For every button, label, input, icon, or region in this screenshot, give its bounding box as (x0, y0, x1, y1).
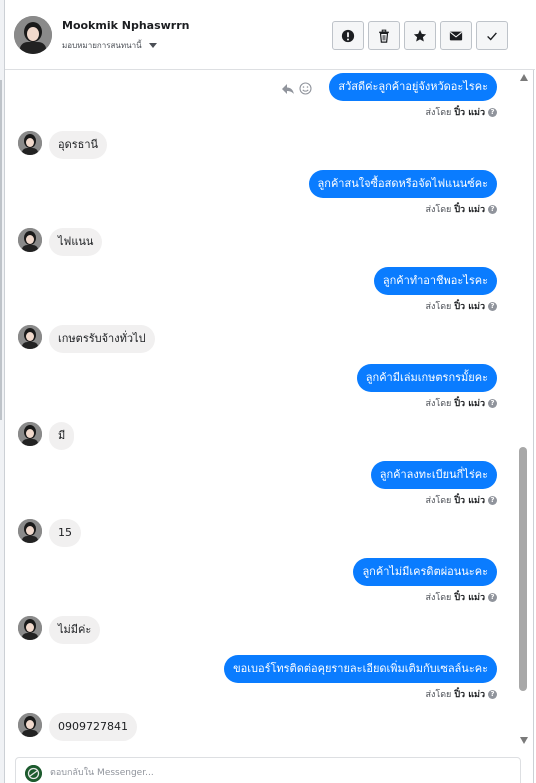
outgoing-message[interactable]: ลูกค้าไม่มีเครดิตผ่อนนะคะ (353, 558, 497, 586)
sender-name[interactable]: ปิ๋ว แม่ว (454, 299, 485, 313)
emoji-react-icon[interactable] (299, 82, 312, 95)
trash-icon (379, 29, 389, 43)
outgoing-message[interactable]: ลูกค้าทำอาชีพอะไรคะ (373, 267, 497, 295)
outgoing-message[interactable]: ขอเบอร์โทรติดต่อคุยรายละเอียดเพิ่มเติมกั… (224, 655, 497, 683)
sender-name[interactable]: ปิ๋ว แม่ว (454, 687, 485, 701)
outgoing-message[interactable]: ลูกค้าลงทะเบียนกี่ไร่คะ (370, 461, 497, 489)
star-icon (413, 29, 427, 42)
help-icon[interactable]: ? (488, 301, 497, 311)
page-logo-icon (25, 765, 42, 782)
sent-by-line: ส่งโดย ปิ๋ว แม่ว ? (425, 202, 497, 216)
mark-unread-button[interactable] (440, 21, 472, 50)
sent-by-label: ส่งโดย (425, 399, 452, 409)
contact-avatar-small (18, 325, 42, 349)
incoming-message[interactable]: ไฟแนน (49, 228, 103, 256)
sent-by-line: ส่งโดย ปิ๋ว แม่ว ? (425, 396, 497, 410)
help-icon[interactable]: ? (488, 495, 497, 505)
delete-button[interactable] (368, 21, 400, 50)
message-thread[interactable]: สวัสดีค่ะลูกค้าอยู่จังหวัดอะไรคะ ส่งโดย … (5, 70, 517, 755)
reply-icon[interactable] (281, 83, 295, 95)
contact-avatar-small (18, 228, 42, 252)
sent-by-line: ส่งโดย ปิ๋ว แม่ว ? (425, 687, 497, 701)
help-icon[interactable]: ? (488, 107, 497, 117)
sent-by-line: ส่งโดย ปิ๋ว แม่ว ? (425, 299, 497, 313)
scroll-thumb[interactable] (519, 447, 527, 691)
sender-name[interactable]: ปิ๋ว แม่ว (454, 396, 485, 410)
sent-by-line: ส่งโดย ปิ๋ว แม่ว ? (425, 493, 497, 507)
outgoing-message[interactable]: ลูกค้าสนใจซื้อสดหรือจัดไฟแนนซ์คะ (308, 170, 497, 198)
sent-by-label: ส่งโดย (425, 205, 452, 215)
incoming-message[interactable]: ไม่มีค่ะ (49, 616, 101, 644)
parent-scroll-mark (0, 80, 2, 420)
contact-avatar-small (18, 713, 42, 737)
incoming-message[interactable]: 0909727841 (49, 713, 137, 741)
reply-input[interactable] (50, 765, 490, 781)
alert-circle-icon (341, 29, 355, 42)
sent-by-line: ส่งโดย ปิ๋ว แม่ว ? (425, 105, 497, 119)
contact-avatar-small (18, 616, 42, 640)
reply-composer (15, 757, 521, 783)
sent-by-label: ส่งโดย (425, 302, 452, 312)
scroll-up-arrow-icon[interactable] (520, 74, 528, 81)
sender-name[interactable]: ปิ๋ว แม่ว (454, 493, 485, 507)
incoming-message[interactable]: อุดรธานี (49, 131, 108, 159)
help-icon[interactable]: ? (488, 592, 497, 602)
sender-name[interactable]: ปิ๋ว แม่ว (454, 105, 485, 119)
check-icon (487, 31, 497, 41)
sent-by-label: ส่งโดย (425, 108, 452, 118)
outgoing-message[interactable]: ลูกค้ามีเล่มเกษตรกรมั้ยคะ (356, 364, 497, 392)
conversation-toolbar (332, 21, 508, 50)
spam-button[interactable] (332, 21, 364, 50)
assign-conversation-dropdown[interactable]: มอบหมายการสนทนานี้ (62, 39, 157, 52)
mark-done-button[interactable] (476, 21, 508, 50)
contact-avatar-small (18, 422, 42, 446)
incoming-message[interactable]: มี (49, 422, 75, 450)
contact-avatar-small (18, 519, 42, 543)
scroll-down-arrow-icon[interactable] (520, 737, 528, 744)
thread-scrollbar[interactable] (517, 70, 531, 755)
sent-by-label: ส่งโดย (425, 690, 452, 700)
incoming-message[interactable]: 15 (49, 519, 81, 547)
message-actions (281, 82, 312, 95)
incoming-message[interactable]: เกษตรรับจ้างทั่วไป (49, 325, 155, 353)
help-icon[interactable]: ? (488, 689, 497, 699)
help-icon[interactable]: ? (488, 398, 497, 408)
messenger-panel: Mookmik Nphaswrrn มอบหมายการสนทนานี้ สวั… (4, 0, 535, 783)
help-icon[interactable]: ? (488, 204, 497, 214)
outgoing-message[interactable]: สวัสดีค่ะลูกค้าอยู่จังหวัดอะไรคะ (329, 73, 497, 101)
chevron-down-icon (148, 43, 157, 48)
sender-name[interactable]: ปิ๋ว แม่ว (454, 590, 485, 604)
contact-avatar-small (18, 131, 42, 155)
sent-by-line: ส่งโดย ปิ๋ว แม่ว ? (425, 590, 497, 604)
assign-conversation-label: มอบหมายการสนทนานี้ (62, 41, 142, 50)
contact-name[interactable]: Mookmik Nphaswrrn (62, 19, 189, 32)
sent-by-label: ส่งโดย (425, 496, 452, 506)
contact-avatar[interactable] (14, 16, 52, 54)
sent-by-label: ส่งโดย (425, 593, 452, 603)
star-button[interactable] (404, 21, 436, 50)
conversation-header: Mookmik Nphaswrrn มอบหมายการสนทนานี้ (5, 0, 535, 70)
sender-name[interactable]: ปิ๋ว แม่ว (454, 202, 485, 216)
envelope-icon (449, 31, 463, 40)
